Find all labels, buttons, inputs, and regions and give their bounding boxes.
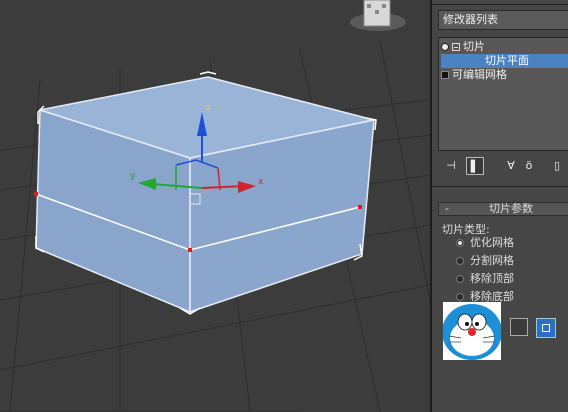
radio-label: 移除顶部 — [470, 272, 514, 285]
panel-divider — [432, 186, 568, 187]
stack-toolbar: ⊣ ▌ ∀ ö ▯ — [438, 155, 568, 177]
collapse-icon[interactable] — [452, 43, 460, 51]
lightbulb-icon[interactable] — [441, 43, 449, 51]
stack-item-label: 切片 — [463, 40, 485, 53]
stack-item-slice-plane[interactable]: 切片平面 — [441, 54, 568, 68]
face-sub-object-button[interactable] — [536, 318, 556, 338]
z-axis-label: z — [206, 103, 211, 113]
y-axis-label: y — [130, 171, 136, 181]
radio-label: 优化网格 — [470, 236, 514, 249]
stack-item-label: 切片平面 — [485, 54, 529, 67]
stack-item-label: 可编辑网格 — [452, 68, 507, 81]
radio-button[interactable] — [456, 293, 464, 301]
modifier-list-label: 修改器列表 — [443, 13, 498, 26]
modifier-stack[interactable]: 切片 切片平面 可编辑网格 — [438, 37, 568, 151]
configure-icon[interactable]: ▯ — [548, 157, 566, 175]
remove-modifier-icon[interactable]: ö — [520, 157, 538, 175]
show-end-result-icon[interactable]: ▌ — [466, 157, 484, 175]
panel-divider — [432, 4, 568, 5]
radio-remove-top[interactable]: 移除顶部 — [456, 272, 514, 286]
radio-label: 分割网格 — [470, 254, 514, 267]
rollout-title: 切片参数 — [489, 202, 533, 215]
expand-icon[interactable] — [441, 71, 449, 79]
radio-button[interactable] — [456, 257, 464, 265]
pin-stack-icon[interactable]: ⊣ — [442, 157, 460, 175]
viewcube[interactable] — [350, 0, 406, 31]
slice-parameters-rollout-header[interactable]: - 切片参数 — [438, 202, 568, 216]
perspective-viewport[interactable]: z x y — [0, 0, 430, 412]
radio-button[interactable] — [456, 275, 464, 283]
radio-split-mesh[interactable]: 分割网格 — [456, 254, 514, 268]
radio-button[interactable] — [456, 239, 464, 247]
x-axis-label: x — [258, 177, 264, 187]
sub-object-button[interactable] — [510, 318, 528, 336]
slice-type-label: 切片类型: — [442, 223, 490, 236]
sliced-box-object[interactable] — [34, 71, 377, 315]
modifier-list-dropdown[interactable]: 修改器列表 — [438, 10, 568, 30]
doraemon-watermark-image — [443, 302, 501, 360]
stack-item-slice[interactable]: 切片 — [441, 40, 485, 54]
stack-item-editable-mesh[interactable]: 可编辑网格 — [441, 68, 507, 82]
radio-refine-mesh[interactable]: 优化网格 — [456, 236, 514, 250]
viewport-canvas[interactable]: z x y — [0, 0, 430, 412]
rollout-collapse-icon[interactable]: - — [445, 203, 449, 215]
make-unique-icon[interactable]: ∀ — [502, 157, 520, 175]
